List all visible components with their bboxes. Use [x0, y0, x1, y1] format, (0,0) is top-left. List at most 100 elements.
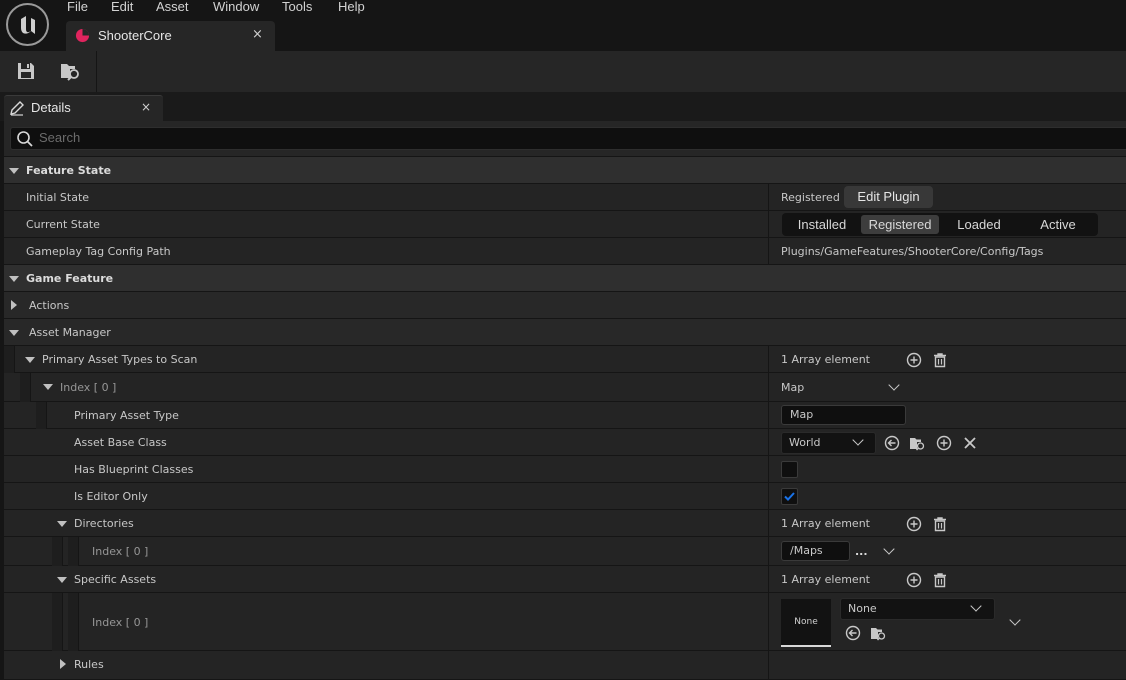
- property-label: Primary Asset Type: [74, 409, 179, 422]
- clear-icon[interactable]: [962, 435, 978, 451]
- property-label: Has Blueprint Classes: [74, 463, 194, 476]
- specific-asset-combo[interactable]: None: [840, 598, 995, 620]
- state-option-registered[interactable]: Registered: [861, 215, 939, 234]
- add-element-icon[interactable]: [906, 516, 922, 532]
- expand-arrow-icon[interactable]: [11, 300, 17, 310]
- collapse-arrow-icon[interactable]: [57, 577, 67, 583]
- state-option-installed[interactable]: Installed: [784, 215, 860, 234]
- checkmark-icon: [784, 492, 795, 501]
- asset-base-class-combo[interactable]: World: [781, 432, 876, 454]
- close-icon[interactable]: ×: [252, 27, 263, 42]
- save-icon[interactable]: [14, 59, 38, 83]
- property-label: Directories: [74, 517, 134, 530]
- search-placeholder: Search: [39, 130, 81, 145]
- property-row-dir-index-0: [4, 537, 1126, 566]
- property-row-initial-state: [4, 184, 1126, 211]
- directory-path-input[interactable]: /Maps: [781, 541, 850, 561]
- menu-tools[interactable]: Tools: [282, 0, 312, 14]
- unreal-logo-icon[interactable]: [6, 3, 49, 46]
- game-feature-icon: [75, 28, 90, 43]
- collapse-arrow-icon[interactable]: [57, 521, 67, 527]
- collapse-arrow-icon[interactable]: [43, 384, 53, 390]
- column-splitter[interactable]: [768, 346, 769, 680]
- property-label: Is Editor Only: [74, 490, 148, 503]
- property-label: Index [ 0 ]: [92, 616, 149, 629]
- indent-guide: [52, 593, 63, 651]
- menu-edit[interactable]: Edit: [111, 0, 133, 14]
- array-count: 1 Array element: [781, 353, 870, 366]
- property-label: Current State: [26, 218, 100, 231]
- array-count: 1 Array element: [781, 517, 870, 530]
- collapse-arrow-icon[interactable]: [9, 330, 19, 336]
- category-label: Game Feature: [26, 272, 114, 285]
- collapse-arrow-icon[interactable]: [9, 168, 19, 174]
- state-option-active[interactable]: Active: [1019, 215, 1097, 234]
- menu-asset[interactable]: Asset: [156, 0, 189, 14]
- property-row-directories: [4, 510, 1126, 537]
- trash-icon[interactable]: [932, 572, 948, 588]
- property-label: Index [ 0 ]: [92, 545, 149, 558]
- add-element-icon[interactable]: [906, 352, 922, 368]
- close-icon[interactable]: ×: [141, 100, 151, 114]
- add-icon[interactable]: [936, 435, 952, 451]
- property-label: Initial State: [26, 191, 90, 204]
- use-selected-icon[interactable]: [884, 435, 900, 451]
- tag-config-path-value: Plugins/GameFeatures/ShooterCore/Config/…: [781, 245, 1044, 258]
- asset-thumbnail[interactable]: None: [781, 599, 831, 647]
- property-row-index-0: [4, 373, 1126, 402]
- property-label: Asset Manager: [29, 326, 111, 339]
- property-label: Specific Assets: [74, 573, 157, 586]
- property-label: Primary Asset Types to Scan: [42, 353, 198, 366]
- array-count: 1 Array element: [781, 573, 870, 586]
- category-feature-state[interactable]: [4, 157, 1126, 184]
- property-row-actions[interactable]: [4, 292, 1126, 319]
- toolbar-divider: [96, 51, 97, 92]
- initial-state-value: Registered: [781, 191, 840, 204]
- primary-asset-type-input[interactable]: Map: [781, 405, 906, 425]
- details-tab-label: Details: [31, 100, 71, 115]
- details-tab-strip: [0, 92, 1126, 121]
- add-element-icon[interactable]: [906, 572, 922, 588]
- category-label: Feature State: [26, 164, 112, 177]
- search-input[interactable]: [10, 127, 1126, 150]
- property-label: Actions: [29, 299, 70, 312]
- property-row-is-editor-only: [4, 483, 1126, 510]
- browse-icon[interactable]: [870, 625, 886, 641]
- property-row-asset-base-class: [4, 429, 1126, 456]
- document-tab[interactable]: ShooterCore ×: [66, 21, 275, 51]
- property-row-asset-manager[interactable]: [4, 319, 1126, 346]
- trash-icon[interactable]: [932, 516, 948, 532]
- browse-content-icon[interactable]: [58, 59, 82, 83]
- search-icon: [17, 131, 33, 147]
- property-label: Asset Base Class: [74, 436, 167, 449]
- index0-value: Map: [781, 381, 805, 394]
- more-options-button[interactable]: ...: [855, 545, 868, 558]
- menu-file[interactable]: File: [67, 0, 88, 14]
- has-blueprint-classes-checkbox[interactable]: [781, 461, 798, 478]
- indent-guide: [68, 537, 79, 566]
- document-tab-label: ShooterCore: [98, 28, 172, 43]
- property-row-specific-assets: [4, 566, 1126, 593]
- use-selected-icon[interactable]: [845, 625, 861, 641]
- collapse-arrow-icon[interactable]: [9, 276, 19, 282]
- property-label: Gameplay Tag Config Path: [26, 245, 171, 258]
- column-splitter[interactable]: [768, 184, 769, 265]
- category-game-feature[interactable]: [4, 265, 1126, 292]
- property-row-rules[interactable]: [4, 651, 1126, 680]
- state-option-loaded[interactable]: Loaded: [940, 215, 1018, 234]
- collapse-arrow-icon[interactable]: [25, 357, 35, 363]
- browse-icon[interactable]: [909, 435, 925, 451]
- indent-guide: [52, 537, 63, 566]
- details-tab[interactable]: Details ×: [4, 95, 163, 121]
- trash-icon[interactable]: [932, 352, 948, 368]
- property-label: Index [ 0 ]: [60, 381, 117, 394]
- expand-arrow-icon[interactable]: [60, 659, 66, 669]
- property-label: Rules: [74, 658, 104, 671]
- pencil-icon: [10, 101, 24, 116]
- menu-help[interactable]: Help: [338, 0, 365, 14]
- menu-window[interactable]: Window: [213, 0, 259, 14]
- edit-plugin-button[interactable]: Edit Plugin: [844, 186, 933, 208]
- indent-guide: [68, 593, 79, 651]
- is-editor-only-checkbox[interactable]: [781, 488, 798, 505]
- toolbar: [0, 51, 1126, 92]
